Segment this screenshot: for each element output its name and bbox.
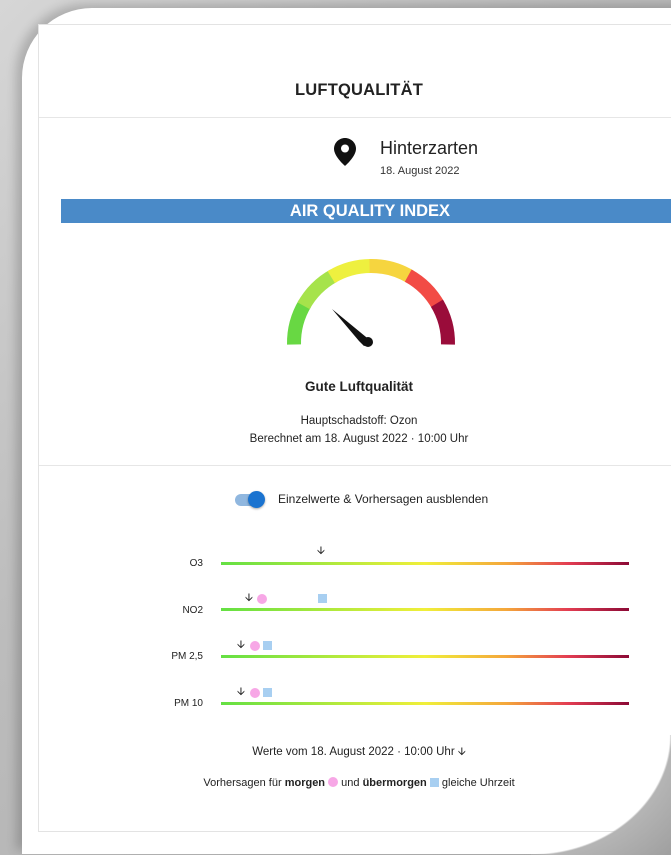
forecast-legend-day-after: übermorgen (362, 777, 427, 789)
aqi-gauge (287, 259, 455, 347)
aqi-banner: AIR QUALITY INDEX (61, 199, 671, 223)
divider (39, 465, 671, 466)
location-name: Hinterzarten (380, 138, 479, 158)
air-quality-widget: LUFTQUALITÄT Hinterzarten 18. August 202… (38, 24, 671, 832)
current-value-arrow-icon: 🡫 (317, 545, 325, 557)
blue-square-icon (429, 778, 439, 787)
forecast-tomorrow-dot (250, 641, 260, 651)
forecast-tomorrow-dot (257, 594, 267, 604)
toggle-label: Einzelwerte & Vorhersagen ausblenden (278, 492, 489, 506)
current-value-arrow-icon: 🡫 (245, 592, 253, 604)
map-pin-icon (334, 138, 356, 166)
pollutant-bar-pm10 (221, 702, 629, 705)
forecast-tomorrow-dot (250, 688, 260, 698)
forecast-day-after-square (318, 594, 327, 603)
air-quality-verdict: Gute Luftqualität (305, 379, 413, 394)
forecast-legend-same-time: gleiche Uhrzeit (441, 777, 515, 789)
calculated-timestamp: Berechnet am 18. August 2022 · 10:00 Uhr (249, 433, 469, 445)
current-value-arrow-icon: 🡫 (237, 686, 245, 698)
forecast-day-after-square (263, 688, 272, 697)
current-value-arrow-icon: 🡫 (237, 639, 245, 651)
values-timestamp-text: Werte vom 18. August 2022 · 10:00 Uhr (252, 746, 455, 758)
toggle-knob[interactable] (248, 491, 265, 508)
pink-dot-icon (328, 777, 339, 787)
pollutant-bar-pm25 (221, 655, 629, 658)
page-title: LUFTQUALITÄT (295, 81, 423, 99)
pollutant-bar-no2 (221, 608, 629, 611)
forecast-day-after-square (263, 641, 272, 650)
gauge-segment (327, 259, 373, 284)
arrow-down-icon: 🡫 (457, 746, 466, 758)
forecast-legend-tomorrow: morgen (284, 777, 326, 789)
location-date: 18. August 2022 (380, 165, 460, 177)
pollutant-label-pm25: PM 2,5 (171, 651, 203, 662)
page-corner-curve (531, 735, 671, 855)
pollutant-label-no2: NO2 (182, 605, 203, 616)
forecast-legend-prefix: Vorhersagen für (203, 777, 282, 789)
main-pollutant: Hauptschadstoff: Ozon (300, 415, 418, 427)
divider (39, 117, 671, 118)
gauge-needle-hub (363, 337, 373, 347)
forecast-legend-and: und (341, 777, 360, 789)
pollutant-bar-o3 (221, 562, 629, 565)
gauge-segment (430, 299, 455, 345)
pollutant-label-o3: O3 (189, 558, 203, 569)
pollutant-label-pm10: PM 10 (174, 698, 203, 709)
